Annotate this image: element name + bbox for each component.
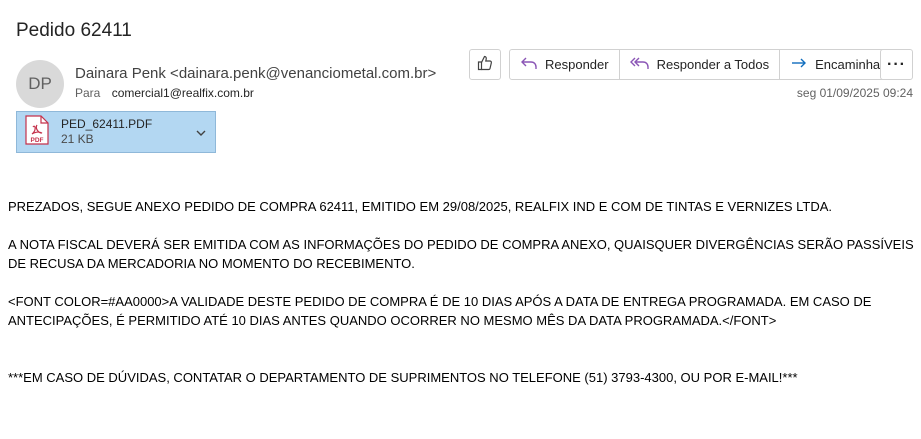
recipient[interactable]: comercial1@realfix.com.br — [112, 86, 254, 100]
to-label: Para — [75, 86, 101, 100]
forward-icon — [790, 55, 808, 74]
sent-date: seg 01/09/2025 09:24 — [796, 86, 913, 100]
attachment-card[interactable]: PDF PED_62411.PDF 21 KB — [16, 111, 216, 153]
body-paragraph: A NOTA FISCAL DEVERÁ SER EMITIDA COM AS … — [8, 237, 914, 271]
reply-icon — [520, 55, 538, 74]
forward-label: Encaminhar — [815, 57, 885, 72]
email-subject: Pedido 62411 — [16, 20, 132, 41]
pdf-icon: PDF — [25, 114, 49, 150]
body-paragraph: <FONT COLOR=#AA0000>A VALIDADE DESTE PED… — [8, 294, 872, 328]
more-icon: ··· — [887, 55, 906, 73]
reply-all-icon — [629, 55, 650, 74]
message-actions: Responder Responder a Todos Encaminhar — [509, 49, 896, 80]
reply-all-label: Responder a Todos — [656, 57, 770, 72]
attachment-info: PED_62411.PDF 21 KB — [61, 117, 152, 147]
reply-label: Responder — [545, 57, 609, 72]
attachment-name: PED_62411.PDF — [61, 117, 153, 131]
sender[interactable]: Dainara Penk <dainara.penk@venanciometal… — [75, 65, 436, 82]
reply-all-button[interactable]: Responder a Todos — [618, 50, 780, 79]
avatar[interactable]: DP — [16, 60, 64, 108]
more-actions-button[interactable]: ··· — [880, 49, 913, 80]
attachment-size: 21 KB — [61, 132, 94, 146]
body-paragraph: PREZADOS, SEGUE ANEXO PEDIDO DE COMPRA 6… — [8, 199, 833, 214]
body-paragraph: ***EM CASO DE DÚVIDAS, CONTATAR O DEPART… — [8, 370, 798, 385]
message-body: PREZADOS, SEGUE ANEXO PEDIDO DE COMPRA 6… — [8, 197, 918, 406]
svg-text:PDF: PDF — [31, 137, 44, 144]
recipient-line: Para comercial1@realfix.com.br — [75, 86, 254, 100]
forward-button[interactable]: Encaminhar — [779, 50, 894, 79]
reply-button[interactable]: Responder — [510, 50, 619, 79]
thumbs-up-icon — [476, 54, 494, 75]
like-button[interactable] — [469, 49, 501, 80]
chevron-down-icon[interactable] — [195, 126, 207, 144]
